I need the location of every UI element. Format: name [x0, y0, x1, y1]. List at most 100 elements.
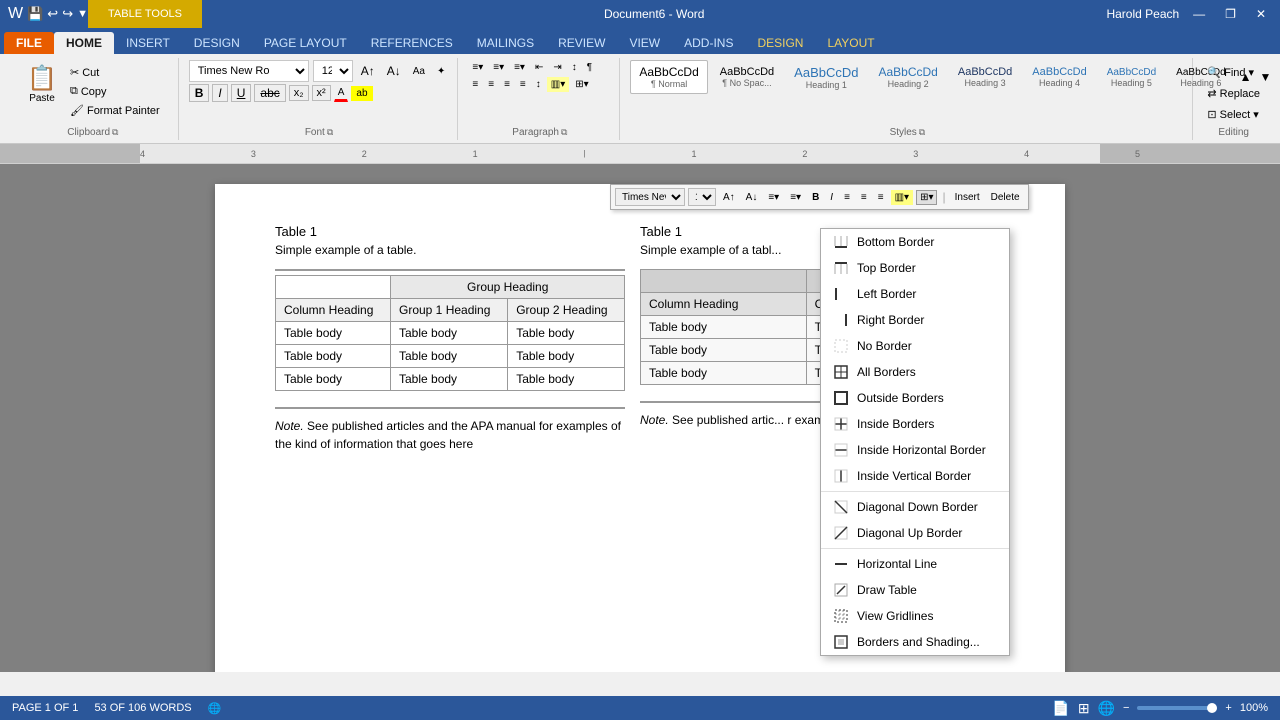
superscript-btn[interactable]: x²: [312, 85, 331, 101]
close-btn[interactable]: ✕: [1250, 7, 1272, 21]
ft-delete-btn[interactable]: Delete: [987, 190, 1024, 205]
tab-tt-design[interactable]: DESIGN: [745, 32, 815, 54]
menu-item-top-border[interactable]: Top Border: [821, 255, 1009, 281]
font-expand[interactable]: ⧉: [327, 127, 333, 138]
ft-borders-dropdown[interactable]: ⊞▾: [916, 190, 937, 205]
style-h3[interactable]: AaBbCcDd Heading 3: [950, 62, 1020, 92]
view-full-btn[interactable]: ⊞: [1078, 700, 1090, 717]
doc-table[interactable]: Group Heading Column Heading Group 1 Hea…: [275, 275, 625, 391]
align-left-btn[interactable]: ≡: [468, 77, 482, 92]
change-case-btn[interactable]: Aa: [409, 64, 429, 79]
ft-bullets[interactable]: ≡▾: [764, 190, 783, 205]
style-h5[interactable]: AaBbCcDd Heading 5: [1099, 63, 1164, 92]
tab-page-layout[interactable]: PAGE LAYOUT: [252, 32, 359, 54]
ft-size-select[interactable]: 12: [688, 188, 716, 206]
paste-button[interactable]: 📋 Paste ✂ Cut ⧉ Copy 🖌 Format Painter: [16, 60, 170, 123]
select-btn[interactable]: ⊡ Select ▾: [1203, 106, 1262, 123]
view-web-btn[interactable]: 🌐: [1098, 700, 1115, 717]
border-btn[interactable]: ⊞▾: [571, 77, 592, 92]
decrease-indent-btn[interactable]: ⇤: [531, 60, 547, 75]
tab-file[interactable]: FILE: [4, 32, 54, 54]
ft-align-l[interactable]: ≡: [840, 190, 854, 205]
italic-btn[interactable]: I: [212, 84, 227, 102]
menu-item-draw-table[interactable]: Draw Table: [821, 577, 1009, 603]
style-normal[interactable]: AaBbCcDd ¶ Normal: [630, 60, 707, 94]
menu-item-view-gridlines[interactable]: View Gridlines: [821, 603, 1009, 629]
table-row[interactable]: Table bodyTable bodyTable body: [276, 368, 625, 391]
menu-item-outside-borders[interactable]: Outside Borders: [821, 385, 1009, 411]
tab-references[interactable]: REFERENCES: [359, 32, 465, 54]
menu-item-all-borders[interactable]: All Borders: [821, 359, 1009, 385]
replace-btn[interactable]: ⇄ Replace: [1203, 85, 1264, 102]
style-h4[interactable]: AaBbCcDd Heading 4: [1024, 62, 1094, 92]
ft-italic[interactable]: I: [826, 190, 837, 205]
menu-item-diag-up[interactable]: Diagonal Up Border: [821, 520, 1009, 546]
menu-item-h-line[interactable]: Horizontal Line: [821, 551, 1009, 577]
paragraph-expand[interactable]: ⧉: [561, 127, 567, 138]
view-print-btn[interactable]: 📄: [1052, 700, 1069, 717]
tab-addins[interactable]: ADD-INS: [672, 32, 745, 54]
menu-item-left-border[interactable]: Left Border: [821, 281, 1009, 307]
ft-bold[interactable]: B: [808, 190, 823, 205]
copy-button[interactable]: ⧉ Copy: [66, 83, 164, 100]
menu-item-bottom-border[interactable]: Bottom Border: [821, 229, 1009, 255]
font-name-select[interactable]: Times New Ro: [189, 60, 309, 82]
style-h1[interactable]: AaBbCcDd Heading 1: [786, 61, 866, 94]
table-row[interactable]: Table bodyTable bodyTable body: [276, 345, 625, 368]
grow-font-btn[interactable]: A↑: [357, 62, 379, 80]
justify-btn[interactable]: ≡: [516, 77, 530, 92]
minimize-btn[interactable]: —: [1187, 7, 1211, 21]
zoom-slider[interactable]: [1137, 706, 1217, 710]
increase-indent-btn[interactable]: ⇥: [549, 60, 565, 75]
menu-item-borders-shading[interactable]: Borders and Shading...: [821, 629, 1009, 655]
ft-insert-btn[interactable]: Insert: [951, 190, 984, 205]
sort-btn[interactable]: ↕: [568, 60, 581, 75]
ft-grow[interactable]: A↑: [719, 190, 739, 205]
cut-button[interactable]: ✂ Cut: [66, 64, 164, 81]
tab-insert[interactable]: INSERT: [114, 32, 182, 54]
tab-review[interactable]: REVIEW: [546, 32, 617, 54]
ft-shrink[interactable]: A↓: [742, 190, 762, 205]
tab-mailings[interactable]: MAILINGS: [465, 32, 546, 54]
qat-undo[interactable]: ↩: [47, 6, 58, 22]
strikethrough-btn[interactable]: abc: [254, 84, 285, 102]
text-color-btn[interactable]: A: [334, 85, 349, 102]
zoom-out-btn[interactable]: −: [1123, 702, 1129, 714]
clipboard-expand[interactable]: ⧉: [112, 127, 118, 138]
zoom-in-btn[interactable]: +: [1225, 702, 1231, 714]
numbering-btn[interactable]: ≡▾: [489, 60, 508, 75]
styles-expand-btn[interactable]: ⧉: [919, 127, 925, 138]
align-right-btn[interactable]: ≡: [500, 77, 514, 92]
shrink-font-btn[interactable]: A↓: [383, 62, 405, 80]
subscript-btn[interactable]: x₂: [289, 85, 309, 101]
bold-btn[interactable]: B: [189, 84, 210, 102]
style-no-space[interactable]: AaBbCcDd ¶ No Spac...: [712, 62, 782, 92]
qat-more[interactable]: ▼: [77, 8, 88, 20]
show-hide-btn[interactable]: ¶: [583, 60, 596, 75]
align-center-btn[interactable]: ≡: [484, 77, 498, 92]
highlight-btn[interactable]: ab: [351, 86, 372, 101]
find-btn[interactable]: 🔍 Find ▾: [1203, 64, 1258, 81]
ft-align-r[interactable]: ≡: [874, 190, 888, 205]
ft-numbering[interactable]: ≡▾: [786, 190, 805, 205]
table-row[interactable]: Table bodyTable bodyTable body: [276, 322, 625, 345]
ft-font-select[interactable]: Times Nev: [615, 188, 685, 206]
font-size-select[interactable]: 12: [313, 60, 353, 82]
menu-item-diag-down[interactable]: Diagonal Down Border: [821, 494, 1009, 520]
document-area[interactable]: Table 1 Simple example of a table. Group…: [0, 164, 1280, 672]
qat-save[interactable]: 💾: [27, 6, 43, 22]
format-painter-button[interactable]: 🖌 Format Painter: [66, 102, 164, 119]
language-icon[interactable]: 🌐: [208, 702, 222, 715]
restore-btn[interactable]: ❐: [1219, 7, 1242, 21]
underline-btn[interactable]: U: [231, 84, 252, 102]
style-h2[interactable]: AaBbCcDd Heading 2: [870, 61, 945, 93]
zoom-level[interactable]: 100%: [1240, 702, 1268, 714]
tab-view[interactable]: VIEW: [617, 32, 672, 54]
clear-format-btn[interactable]: ✦: [433, 64, 449, 79]
tab-tt-layout[interactable]: LAYOUT: [815, 32, 886, 54]
menu-item-inside-borders[interactable]: Inside Borders: [821, 411, 1009, 437]
menu-item-inside-v-border[interactable]: Inside Vertical Border: [821, 463, 1009, 489]
menu-item-right-border[interactable]: Right Border: [821, 307, 1009, 333]
menu-item-no-border[interactable]: No Border: [821, 333, 1009, 359]
bullets-btn[interactable]: ≡▾: [468, 60, 487, 75]
